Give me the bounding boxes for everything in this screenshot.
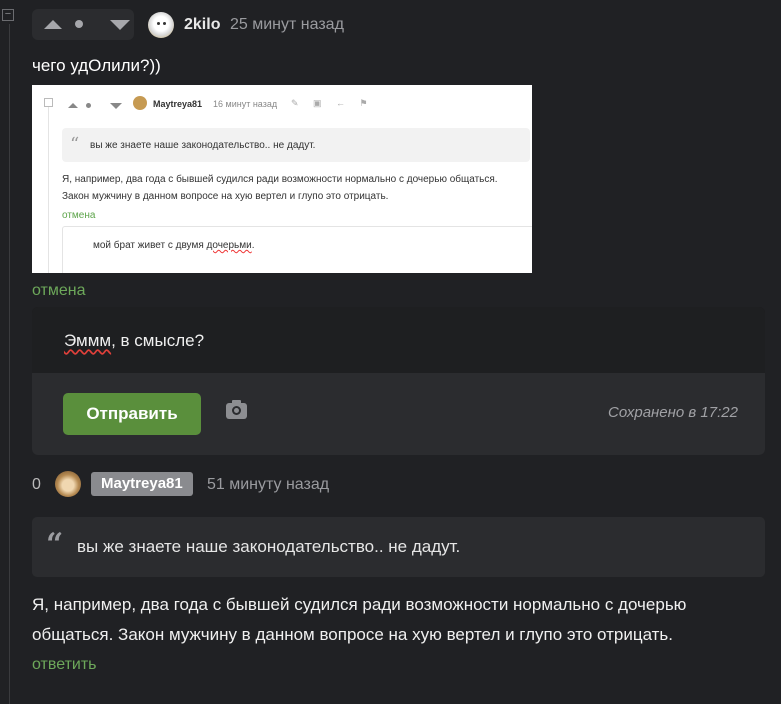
- comment-username[interactable]: 2kilo: [184, 16, 220, 34]
- screenshot-body-line: Закон мужчину в данном вопросе на хую ве…: [62, 191, 389, 202]
- screenshot-reply-part: мой брат живет с двумя: [93, 240, 207, 251]
- camera-bump: [232, 400, 241, 404]
- screenshot-reply-misspelled: дочерьми: [206, 240, 252, 251]
- screenshot-body: Я, например, два года с бывшей судился р…: [62, 171, 498, 205]
- reply-textarea[interactable]: Эммм, в смысле?: [32, 307, 765, 373]
- comment-text: Я, например, два года с бывшей судился р…: [32, 595, 687, 644]
- misspelled-word[interactable]: Эммм: [64, 331, 111, 350]
- screenshot-time: 16 минут назад: [213, 99, 278, 109]
- vote-controls: [32, 9, 134, 40]
- cancel-link[interactable]: отмена: [32, 282, 86, 300]
- quote-text: вы же знаете наше законодательство.. не …: [77, 537, 461, 556]
- screenshot-avatar: [133, 96, 147, 110]
- camera-lens: [232, 406, 241, 415]
- screenshot-quote-icon: “: [70, 134, 80, 155]
- screenshot-reply-text: мой брат живет с двумя дочерьми.: [93, 240, 254, 251]
- screenshot-quote: “ вы же знаете наше законодательство.. н…: [62, 128, 530, 162]
- screenshot-reply-part: .: [251, 240, 255, 251]
- comment-text: чего удОлили?)): [32, 56, 161, 75]
- quote-icon: “: [46, 527, 64, 562]
- quote-block: “ вы же знаете наше законодательство.. н…: [32, 517, 765, 577]
- screenshot-quote-text: вы же знаете наше законодательство.. не …: [90, 140, 316, 151]
- reply-input-rest: , в смысле?: [111, 331, 205, 350]
- reply-toolbar: Отправить Сохранено в 17:22: [32, 373, 765, 455]
- camera-icon[interactable]: [226, 400, 247, 419]
- avatar[interactable]: [55, 471, 81, 497]
- neutral-dot-icon: [75, 20, 83, 28]
- reply-input-text: Эммм, в смысле?: [64, 331, 204, 351]
- screenshot-body-line: Я, например, два года с бывшей судился р…: [62, 174, 498, 185]
- reply-link[interactable]: ответить: [32, 656, 97, 674]
- upvote-icon[interactable]: [44, 20, 62, 29]
- screenshot-reply-box: мой брат живет с двумя дочерьми.: [62, 226, 532, 273]
- embedded-screenshot[interactable]: Maytreya81 16 минут назад ✎ ▣ ← ⚑ “ вы ж…: [32, 85, 532, 273]
- comment-time[interactable]: 51 минуту назад: [207, 476, 329, 494]
- comment-username-badge[interactable]: Maytreya81: [91, 472, 193, 496]
- screenshot-username: Maytreya81: [153, 99, 203, 109]
- screenshot-dot-icon: [86, 103, 91, 108]
- screenshot-thread-line: [48, 107, 49, 273]
- avatar-eye: [163, 22, 166, 25]
- downvote-icon[interactable]: [110, 20, 130, 30]
- saved-status: Сохранено в 17:22: [608, 404, 738, 421]
- comment-time[interactable]: 25 минут назад: [230, 16, 344, 34]
- screenshot-upvote-icon: [68, 103, 78, 108]
- reply-form: Эммм, в смысле? Отправить Сохранено в 17…: [32, 307, 765, 455]
- screenshot-cancel-link: отмена: [62, 210, 96, 221]
- collapse-thread-button[interactable]: −: [2, 9, 14, 21]
- thread-line: [9, 24, 10, 704]
- avatar-eye: [157, 22, 160, 25]
- screenshot-downvote-icon: [110, 103, 122, 109]
- send-button[interactable]: Отправить: [63, 393, 201, 435]
- screenshot-collapse-icon: [44, 98, 53, 107]
- comment-score: 0: [32, 476, 41, 493]
- screenshot-vote-controls: [60, 99, 122, 111]
- avatar[interactable]: [148, 12, 174, 38]
- screenshot-action-icons: ✎ ▣ ← ⚑: [291, 98, 374, 108]
